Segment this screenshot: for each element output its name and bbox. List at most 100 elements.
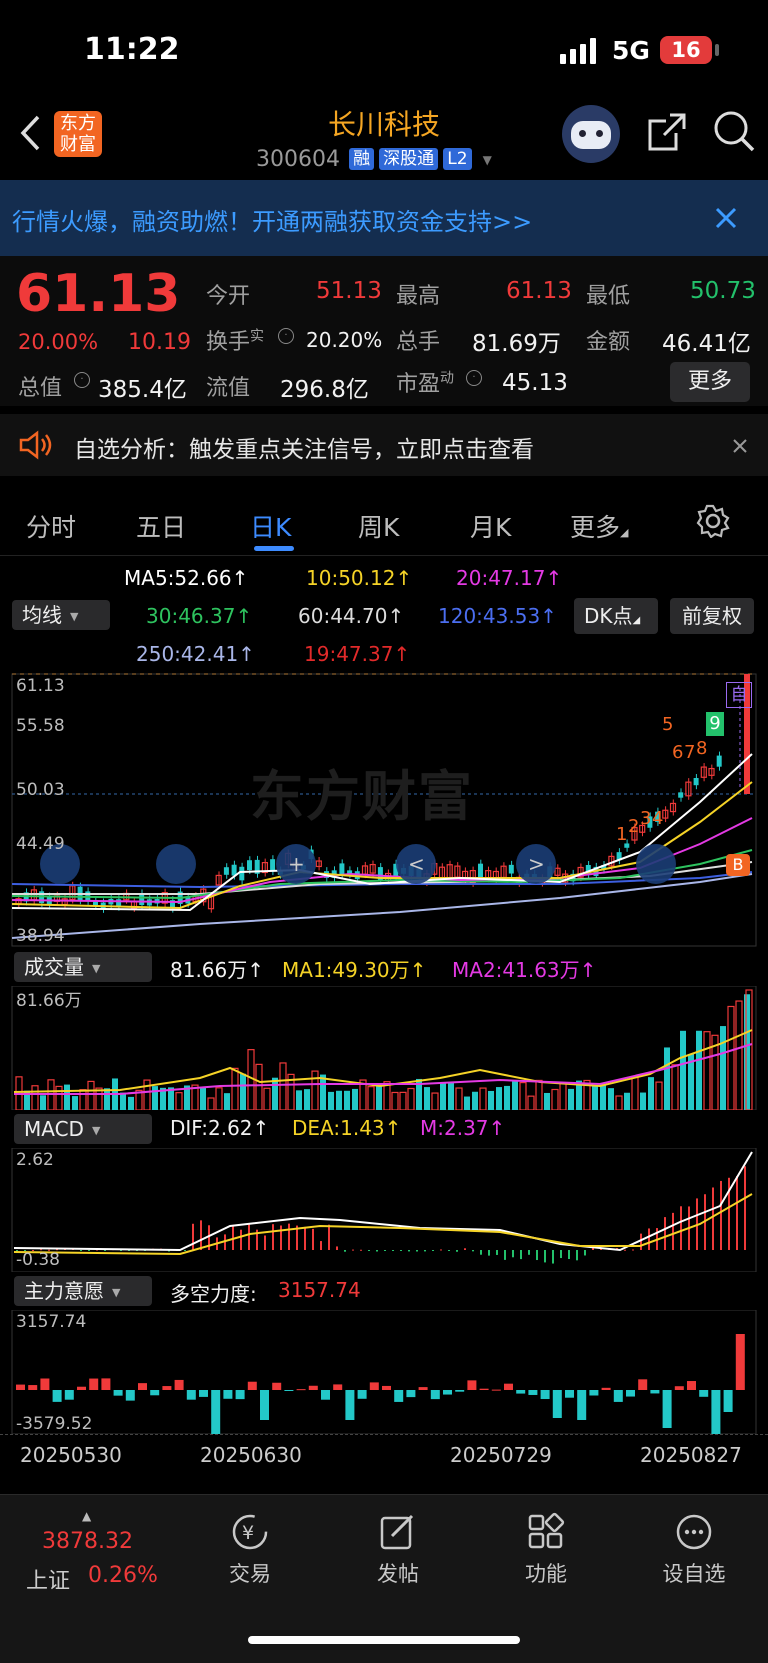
macd-bar xyxy=(384,1250,386,1251)
yuan-exchange-icon: ¥ xyxy=(232,1514,268,1550)
main-force-bar xyxy=(125,1390,135,1401)
index-change: 0.26% xyxy=(88,1563,158,1588)
price-adjust-button[interactable]: 前复权 xyxy=(670,598,754,634)
tab-weekly-k[interactable]: 周K xyxy=(358,508,399,544)
volume-bar xyxy=(568,1088,574,1110)
volume-bar xyxy=(31,1085,39,1110)
zoom-out-icon[interactable] xyxy=(156,844,196,884)
volume-bar xyxy=(311,1070,319,1110)
main-force-bar xyxy=(16,1384,25,1390)
tab-more[interactable]: 更多◢ xyxy=(570,508,628,544)
search-icon[interactable] xyxy=(712,109,756,153)
tab-intraday[interactable]: 分时 xyxy=(26,508,76,544)
nav-post-label: 发帖 xyxy=(377,1562,419,1586)
tab-monthly-k[interactable]: 月K xyxy=(470,508,511,544)
td-count-1: 1 xyxy=(616,824,628,845)
macd-bar xyxy=(440,1249,442,1251)
volume-bar xyxy=(128,1096,134,1110)
nav-trade[interactable]: ¥ 交易 xyxy=(190,1512,310,1588)
volume-bar xyxy=(104,1088,110,1110)
info-icon[interactable]: · xyxy=(466,370,482,386)
volume-chart[interactable]: 81.66万 xyxy=(0,986,768,1110)
ma19-value: 19:47.37↑ xyxy=(304,642,411,666)
price-axis-4: 44.49 xyxy=(16,834,65,854)
badge-margin: 融 xyxy=(349,148,375,170)
svg-text:+: + xyxy=(288,852,305,876)
close-icon[interactable] xyxy=(714,206,738,230)
float-cap-label: 流值 xyxy=(206,376,251,401)
chevron-down-icon[interactable]: ▼ xyxy=(483,153,492,167)
main-force-selector[interactable]: 主力意愿 ▼ xyxy=(14,1276,152,1306)
main-force-bar xyxy=(418,1387,428,1390)
nav-add-watchlist[interactable]: 设自选 xyxy=(634,1512,754,1588)
main-force-bar xyxy=(40,1378,50,1390)
volume-bar xyxy=(224,1093,230,1110)
macd-bar xyxy=(496,1250,498,1255)
main-force-bar xyxy=(64,1390,74,1400)
volume-bar xyxy=(551,1088,559,1110)
promo-banner[interactable]: 行情火爆，融资助燃！开通两融获取资金支持>> xyxy=(0,180,768,256)
volume-bar xyxy=(424,1087,430,1110)
tab-five-day[interactable]: 五日 xyxy=(136,508,186,544)
main-force-bar xyxy=(479,1388,489,1390)
low-label: 最低 xyxy=(586,284,631,309)
macd-chart[interactable]: 2.62 -0.38 xyxy=(0,1148,768,1272)
self-select-marker[interactable]: 自 xyxy=(726,682,752,708)
volume-bar xyxy=(263,1087,271,1110)
main-force-bar xyxy=(52,1390,62,1402)
nav-functions[interactable]: 功能 xyxy=(486,1512,606,1588)
index-value: 3878.32 xyxy=(42,1529,133,1554)
candle-wick xyxy=(318,857,320,871)
volume-bar xyxy=(727,1005,735,1110)
current-price: 61.13 xyxy=(16,264,181,324)
share-icon[interactable] xyxy=(646,111,688,153)
macd-bar xyxy=(192,1223,194,1250)
stock-code: 300604 xyxy=(256,147,340,172)
info-icon[interactable]: · xyxy=(74,372,90,388)
macd-bar xyxy=(352,1249,354,1251)
nav-post[interactable]: 发帖 xyxy=(338,1512,458,1588)
main-force-bar xyxy=(577,1390,587,1420)
main-force-bar xyxy=(284,1390,294,1391)
volume-bar xyxy=(680,1030,686,1110)
main-force-bar xyxy=(699,1390,709,1397)
candle-body xyxy=(223,867,229,875)
more-button[interactable]: 更多 xyxy=(670,362,750,402)
close-icon[interactable] xyxy=(732,438,748,454)
volume-bar xyxy=(648,1077,654,1110)
macd-bar xyxy=(520,1250,522,1260)
volume-bar xyxy=(336,1090,342,1110)
macd-bar xyxy=(432,1250,434,1251)
volume-bar xyxy=(200,1087,206,1110)
td-count-8: 8 xyxy=(696,738,708,759)
volume-selector[interactable]: 成交量 ▼ xyxy=(14,952,152,982)
tab-daily-k[interactable]: 日K xyxy=(250,508,291,544)
info-icon[interactable]: · xyxy=(278,328,294,344)
settings-icon[interactable] xyxy=(696,504,730,538)
macd-selector[interactable]: MACD ▼ xyxy=(14,1114,152,1144)
robot-avatar-icon[interactable] xyxy=(562,105,620,163)
market-cap-label: 总值 xyxy=(18,376,63,401)
svg-text:¥: ¥ xyxy=(242,1522,254,1544)
volume-bar xyxy=(671,1064,679,1110)
volume-bar xyxy=(296,1090,302,1110)
main-force-bar xyxy=(199,1390,208,1397)
macd-bar xyxy=(80,1250,82,1251)
ma-selector[interactable]: 均线 ▼ xyxy=(12,600,110,630)
index-widget[interactable]: ▲ 3878.32 上证 0.26% xyxy=(20,1509,170,1599)
low-value: 50.73 xyxy=(690,278,756,304)
fullscreen-icon[interactable] xyxy=(636,844,676,884)
main-force-chart-svg xyxy=(11,1310,757,1434)
dk-point-button[interactable]: DK点◢ xyxy=(574,598,658,634)
main-force-bar xyxy=(260,1390,269,1420)
kline-chart[interactable]: + < > 东方财富 61.13 55.58 50.03 44.49 38.94… xyxy=(0,672,768,948)
volume-bar xyxy=(535,1079,543,1110)
main-force-bar xyxy=(565,1390,574,1398)
main-force-bar xyxy=(138,1383,147,1390)
analysis-notice[interactable]: 自选分析：触发重点关注信号，立即点击查看 xyxy=(0,414,768,476)
volume-bar xyxy=(655,1081,663,1110)
main-force-bar xyxy=(89,1378,99,1390)
buy-marker[interactable]: B xyxy=(726,854,750,876)
main-force-bar xyxy=(430,1390,440,1400)
main-force-chart[interactable]: 3157.74 -3579.52 xyxy=(0,1310,768,1434)
